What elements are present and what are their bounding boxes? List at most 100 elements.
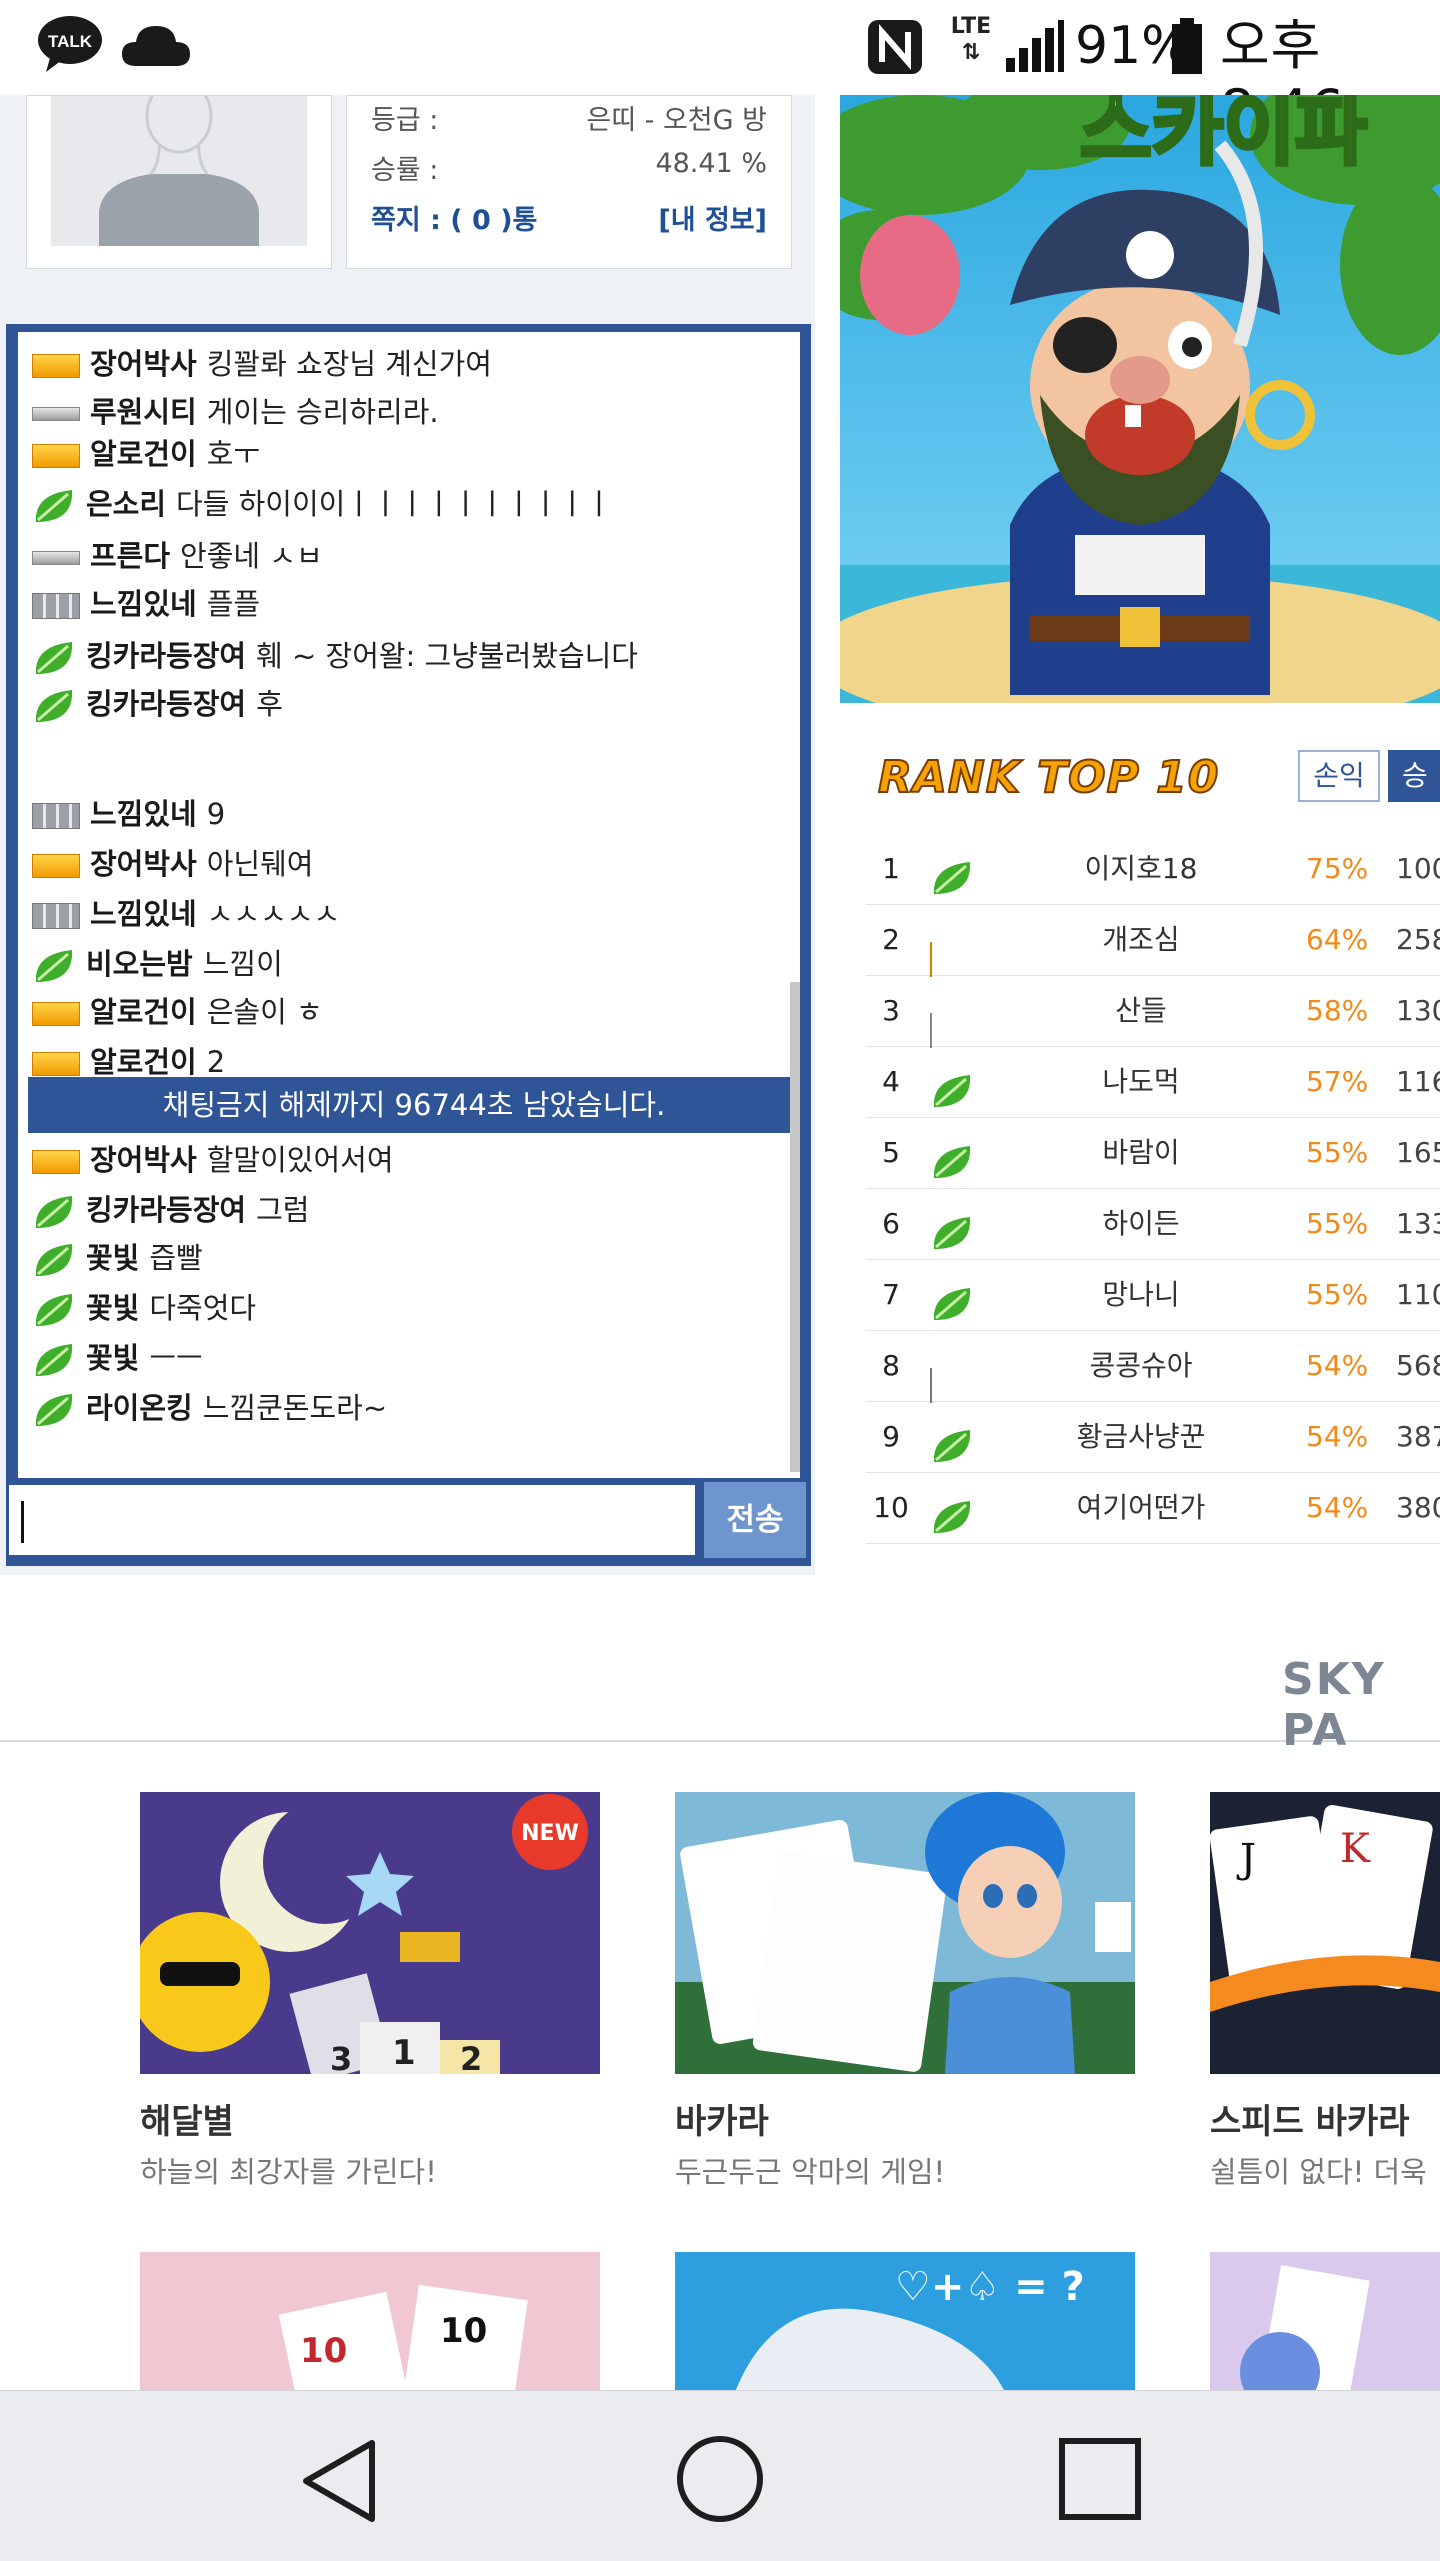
- sky-park-label: SKY PA: [1282, 1654, 1386, 1756]
- chat-nickname[interactable]: 꽃빛: [86, 1291, 139, 1325]
- chat-nickname[interactable]: 장어박사: [90, 347, 197, 381]
- rank-row[interactable]: 3 산들 58% 130: [866, 976, 1440, 1048]
- chat-nickname[interactable]: 알로건이: [90, 437, 197, 471]
- chat-nickname[interactable]: 느낌있네: [90, 587, 197, 621]
- gold-badge-icon: [32, 1002, 80, 1026]
- chat-text: 즙빨: [149, 1241, 203, 1275]
- svg-text:3: 3: [330, 2040, 352, 2074]
- game-card-haedalbyeol[interactable]: 1 2 3 NEW 해달별 하늘의 최강자를 가린다!: [140, 1792, 600, 2191]
- chat-message: 알로건이 호ㅜ: [32, 432, 260, 476]
- gold-badge-icon: [32, 1052, 80, 1076]
- game-title[interactable]: 해달별: [140, 2094, 600, 2143]
- rank-row[interactable]: 2 개조심 64% 258: [866, 905, 1440, 977]
- games-section-header: SKY PA: [0, 1620, 1440, 1756]
- chat-nickname[interactable]: 느낌있네: [90, 797, 197, 831]
- rank-row[interactable]: 4 나도먹 57% 116: [866, 1047, 1440, 1118]
- notes-row: 쪽지 : ( 0 )통 [내 정보]: [371, 198, 767, 237]
- rank-number: 4: [882, 1065, 900, 1098]
- rank-winrate: 54%: [1306, 1491, 1369, 1524]
- rank-number: 8: [882, 1349, 900, 1382]
- chat-scrollbar[interactable]: [790, 982, 800, 1472]
- new-badge: NEW: [521, 1821, 579, 1846]
- rank-name: 망나니: [1102, 1278, 1180, 1311]
- leaf-badge-icon: [933, 862, 971, 894]
- rank-winrate: 54%: [1306, 1349, 1369, 1382]
- svg-text:TALK: TALK: [48, 32, 93, 51]
- game-card-baccarat[interactable]: 바카라 두근두근 악마의 게임!: [675, 1792, 1135, 2191]
- rank-count: 116: [1396, 1065, 1440, 1098]
- tab-winrate[interactable]: 승: [1388, 750, 1440, 802]
- chat-input[interactable]: [6, 1482, 698, 1558]
- chat-text: 후: [256, 687, 283, 721]
- shark-game-illustration: ♡+♤ = ?: [675, 2252, 1135, 2392]
- rank-winrate: 64%: [1306, 923, 1369, 956]
- chat-message: 느낌있네 9: [32, 792, 225, 836]
- home-icon[interactable]: [672, 2431, 768, 2527]
- chat-nickname[interactable]: 느낌있네: [90, 897, 197, 931]
- chat-text: 할말이있어서여: [206, 1143, 394, 1177]
- svg-text:K: K: [1340, 1826, 1371, 1872]
- game-thumbnail[interactable]: 1 2 3 NEW: [140, 1792, 600, 2074]
- back-icon[interactable]: [292, 2431, 392, 2531]
- chat-nickname[interactable]: 알로건이: [90, 995, 197, 1029]
- notes-link[interactable]: 쪽지 : ( 0 )통: [371, 205, 537, 236]
- chat-nickname[interactable]: 알로건이: [90, 1045, 197, 1079]
- leaf-badge-icon: [933, 1430, 971, 1462]
- leaf-badge-icon: [933, 1217, 971, 1249]
- game-thumbnail[interactable]: J K: [1210, 1792, 1440, 2074]
- silver-badge-icon: [930, 1013, 932, 1048]
- game-title[interactable]: 바카라: [675, 2094, 1135, 2143]
- chat-nickname[interactable]: 꽃빛: [86, 1241, 139, 1275]
- send-button[interactable]: 전송: [704, 1482, 806, 1558]
- rank-winrate: 57%: [1306, 1065, 1369, 1098]
- game-thumbnail[interactable]: [675, 1792, 1135, 2074]
- chat-text: 2: [206, 1045, 226, 1079]
- rank-row[interactable]: 5 바람이 55% 165: [866, 1118, 1440, 1189]
- rank-number: 2: [882, 923, 900, 956]
- game-card-speed-baccarat[interactable]: J K 스피드 바카라 쉴틈이 없다! 더욱: [1210, 1792, 1440, 2191]
- rank-row[interactable]: 10 여기어떤가 54% 380: [866, 1473, 1440, 1544]
- chat-text: 호ㅜ: [206, 437, 261, 471]
- chat-nickname[interactable]: 루원시티: [90, 395, 197, 429]
- rank-row[interactable]: 8 콩콩슈아 54% 568: [866, 1331, 1440, 1403]
- chat-nickname[interactable]: 장어박사: [90, 847, 197, 881]
- rank-number: 10: [873, 1491, 909, 1524]
- chat-nickname[interactable]: 킹카라등장여: [86, 1193, 246, 1227]
- game-card-thumbnail-row2-3[interactable]: [1210, 2252, 1440, 2392]
- grid-badge-icon: [930, 1368, 932, 1403]
- leaf-badge-icon: [35, 1344, 73, 1376]
- haedalbyeol-illustration: 1 2 3 NEW: [140, 1792, 600, 2074]
- game-card-thumbnail-row2-1[interactable]: 10 10: [140, 2252, 600, 2392]
- grade-value: 은띠 - 오천G 방: [586, 105, 767, 136]
- my-info-link[interactable]: [내 정보]: [658, 198, 767, 237]
- chat-nickname[interactable]: 킹카라등장여: [86, 687, 246, 721]
- profile-avatar-box: [26, 95, 332, 269]
- rank-number: 7: [882, 1278, 900, 1311]
- chat-text: 9: [206, 797, 226, 831]
- game-title[interactable]: 스피드 바카라: [1210, 2094, 1440, 2143]
- chat-nickname[interactable]: 은소리: [86, 487, 166, 521]
- chat-nickname[interactable]: 비오는밤: [86, 947, 193, 981]
- chat-message: 장어박사 킹꽐롸 쇼장님 계신가여: [32, 342, 492, 386]
- rank-winrate: 54%: [1306, 1420, 1369, 1453]
- chat-nickname[interactable]: 프른다: [90, 539, 170, 573]
- network-type: LTE ⇅: [950, 14, 992, 65]
- chat-message-list[interactable]: 장어박사 킹꽐롸 쇼장님 계신가여 루원시티 게이는 승리하리라. 알로건이 호ㅜ 은소리 다…: [18, 332, 800, 1478]
- chat-nickname[interactable]: 킹카라등장여: [86, 639, 246, 673]
- tab-profit[interactable]: 손익: [1298, 750, 1380, 802]
- rank-row[interactable]: 9 황금사냥꾼 54% 387: [866, 1402, 1440, 1473]
- chat-nickname[interactable]: 장어박사: [90, 1143, 197, 1177]
- rank-row[interactable]: 6 하이든 55% 133: [866, 1189, 1440, 1260]
- leaf-badge-icon: [933, 1146, 971, 1178]
- chat-nickname[interactable]: 꽃빛: [86, 1341, 139, 1375]
- pirate-banner[interactable]: 스카이파: [840, 95, 1440, 703]
- chat-message: 루원시티 게이는 승리하리라.: [32, 390, 439, 434]
- chat-text: 훼 ~ 장어왈: 그냥불러봤습니다: [256, 639, 638, 673]
- rank-name: 개조심: [1102, 923, 1180, 956]
- game-card-thumbnail-row2-2[interactable]: ♡+♤ = ?: [675, 2252, 1135, 2392]
- rank-row[interactable]: 1 이지호18 75% 100: [866, 834, 1440, 905]
- chat-nickname[interactable]: 라이온킹: [86, 1391, 193, 1425]
- recent-apps-icon[interactable]: [1052, 2431, 1148, 2527]
- chat-message: 은소리 다들 하이이이ㅣㅣㅣㅣㅣㅣㅣㅣㅣㅣ: [32, 482, 612, 526]
- rank-row[interactable]: 7 망나니 55% 110: [866, 1260, 1440, 1331]
